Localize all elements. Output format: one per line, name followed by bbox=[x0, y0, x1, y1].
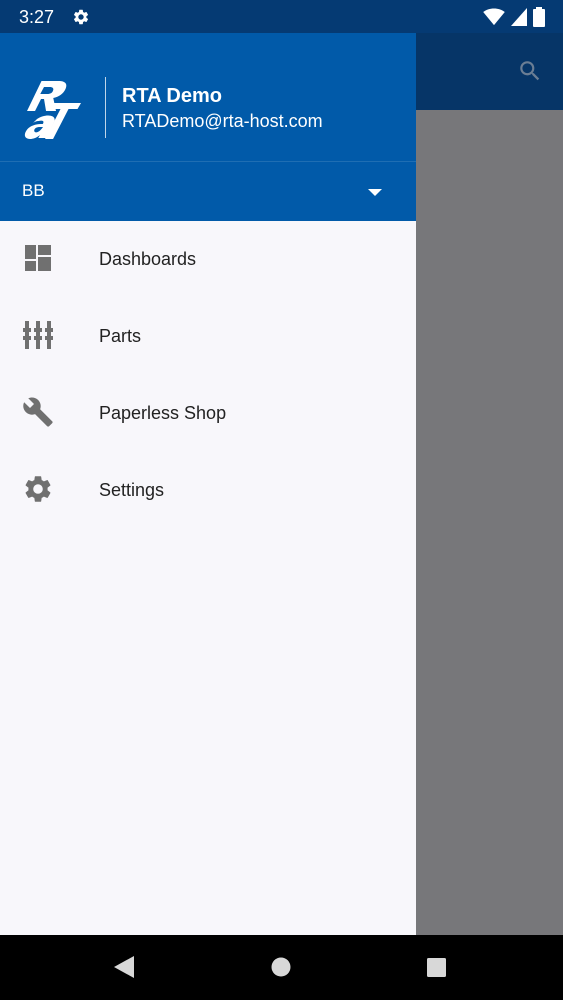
account-switcher[interactable]: BB bbox=[0, 161, 416, 221]
account-name: RTA Demo bbox=[122, 85, 222, 107]
status-icons bbox=[483, 6, 545, 28]
menu-item-settings[interactable]: Settings bbox=[0, 451, 416, 528]
selected-account-label: BB bbox=[22, 181, 45, 200]
menu-item-label: Parts bbox=[99, 326, 142, 346]
search-icon[interactable] bbox=[517, 58, 543, 84]
dropdown-arrow-icon[interactable] bbox=[367, 188, 383, 197]
drawer-menu: Dashboards Parts Paperless Shop Settings bbox=[0, 220, 416, 528]
account-email: RTADemo@rta-host.com bbox=[122, 111, 323, 131]
menu-item-label: Paperless Shop bbox=[99, 403, 227, 423]
recents-icon[interactable] bbox=[427, 958, 446, 977]
menu-item-dashboards[interactable]: Dashboards bbox=[0, 220, 416, 297]
navigation-drawer: RTA Demo RTADemo@rta-host.com BB Dashboa… bbox=[0, 33, 416, 935]
status-bar: 3:27 bbox=[0, 0, 563, 33]
system-nav-bar bbox=[0, 935, 563, 1000]
menu-item-parts[interactable]: Parts bbox=[0, 297, 416, 374]
menu-item-label: Dashboards bbox=[99, 249, 197, 269]
menu-item-paperless-shop[interactable]: Paperless Shop bbox=[0, 374, 416, 451]
parts-icon bbox=[23, 321, 53, 349]
dashboard-icon bbox=[25, 245, 51, 271]
header-divider bbox=[105, 77, 106, 138]
signal-icon bbox=[511, 8, 527, 26]
home-icon[interactable] bbox=[271, 957, 291, 977]
drawer-header: RTA Demo RTADemo@rta-host.com bbox=[0, 33, 416, 161]
status-time: 3:27 bbox=[19, 7, 55, 27]
settings-icon bbox=[25, 476, 51, 502]
wrench-icon bbox=[23, 397, 53, 427]
settings-gear-icon bbox=[73, 9, 89, 25]
rta-logo bbox=[24, 81, 82, 139]
wifi-icon bbox=[483, 8, 505, 26]
battery-icon bbox=[533, 7, 545, 27]
menu-item-label: Settings bbox=[99, 480, 165, 500]
back-icon[interactable] bbox=[114, 956, 134, 978]
